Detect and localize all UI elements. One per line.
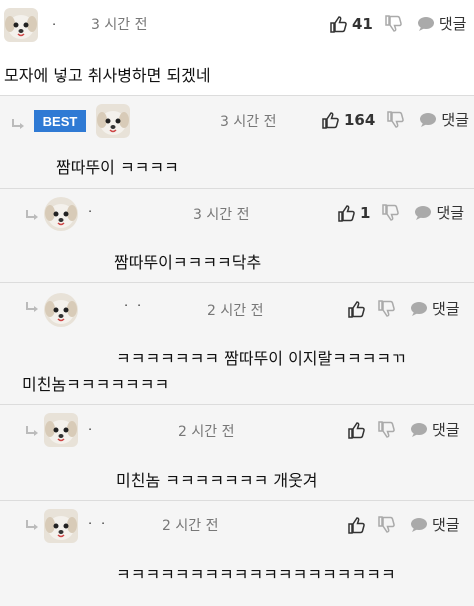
username[interactable]: ㆍ: [48, 14, 61, 33]
comment-text: ㅋㅋㅋㅋㅋㅋㅋ 짬따뚜이 이지랄ㅋㅋㅋㅋㄲ: [116, 349, 406, 368]
reply-arrow-icon: [24, 519, 40, 533]
timestamp: 2 시간 전: [207, 303, 264, 319]
like-count: 164: [344, 110, 376, 129]
username[interactable]: ㆍㆍ: [120, 295, 146, 314]
comment-text: 미친놈 ㅋㅋㅋㅋㅋㅋㅋ 개웃겨: [116, 471, 318, 490]
comment-text: 짬따뚜이 ㅋㅋㅋㅋ: [56, 158, 179, 177]
speech-bubble-icon: [417, 16, 435, 32]
speech-bubble-icon: [419, 112, 437, 128]
reply-label: 댓글: [438, 15, 467, 33]
reply-button[interactable]: 댓글: [410, 514, 460, 535]
reply-button[interactable]: 댓글: [410, 419, 460, 440]
reply-button[interactable]: 댓글: [414, 202, 464, 223]
speech-bubble-icon: [410, 517, 428, 533]
thumbs-up-icon[interactable]: [348, 421, 366, 439]
thumbs-down-icon[interactable]: [385, 15, 403, 33]
thumbs-down-icon[interactable]: [378, 516, 396, 534]
timestamp: 2 시간 전: [178, 424, 235, 440]
reply-arrow-icon: [24, 425, 40, 439]
comment-actions: 41 댓글: [330, 13, 466, 34]
reply-comment: ㆍㆍ 2 시간 전 댓글 ㅋㅋㅋㅋㅋㅋㅋ 짬따뚜이 이지랄ㅋㅋㅋㅋㄲ 미친놈ㅋㅋ…: [0, 283, 474, 404]
thumbs-down-icon[interactable]: [382, 204, 400, 222]
reply-arrow-icon: [24, 209, 40, 223]
thumbs-up-icon[interactable]: [348, 300, 366, 318]
avatar[interactable]: [96, 104, 130, 138]
speech-bubble-icon: [410, 422, 428, 438]
speech-bubble-icon: [410, 301, 428, 317]
reply-arrow-icon: [24, 301, 40, 315]
thumbs-up-icon[interactable]: [322, 111, 340, 129]
reply-label: 댓글: [432, 300, 460, 318]
thumbs-down-icon[interactable]: [387, 111, 405, 129]
speech-bubble-icon: [414, 205, 432, 221]
comment-actions: 댓글: [348, 419, 460, 440]
thumbs-up-icon[interactable]: [348, 516, 366, 534]
best-badge: BEST: [34, 110, 86, 132]
reply-label: 댓글: [432, 421, 460, 439]
thumbs-up-icon[interactable]: [338, 204, 356, 222]
avatar[interactable]: [44, 197, 78, 231]
avatar[interactable]: [44, 509, 78, 543]
username[interactable]: ㆍ: [84, 201, 97, 220]
avatar[interactable]: [44, 413, 78, 447]
comment-actions: 댓글: [348, 514, 460, 535]
comment-text: 짬따뚜이ㅋㅋㅋㅋ닥추: [114, 253, 262, 272]
username[interactable]: ㆍ: [84, 419, 97, 438]
reply-arrow-icon: [10, 118, 26, 132]
top-comment: ㆍ 3 시간 전 41 댓글 모자에 넣고 취사병하면 되겠네: [0, 0, 474, 95]
reply-comment: ㆍㆍ 2 시간 전 댓글 ㅋㅋㅋㅋㅋㅋㅋㅋㅋㅋㅋㅋㅋㅋㅋㅋㅋㅋㅋ: [0, 501, 474, 606]
like-count: 1: [360, 203, 371, 222]
reply-button[interactable]: 댓글: [419, 109, 469, 130]
like-count: 41: [352, 14, 373, 33]
comment-actions: 164 댓글: [322, 109, 469, 130]
comment-text-line2: 미친놈ㅋㅋㅋㅋㅋㅋㅋ: [22, 375, 170, 394]
reply-label: 댓글: [432, 516, 460, 534]
timestamp: 3 시간 전: [220, 114, 277, 130]
reply-label: 댓글: [436, 204, 465, 222]
comment-text: ㅋㅋㅋㅋㅋㅋㅋㅋㅋㅋㅋㅋㅋㅋㅋㅋㅋㅋㅋ: [116, 565, 396, 584]
username[interactable]: ㆍㆍ: [84, 513, 110, 532]
comment-actions: 1 댓글: [338, 202, 464, 223]
avatar[interactable]: [4, 8, 38, 42]
timestamp: 3 시간 전: [91, 17, 148, 33]
reply-button[interactable]: 댓글: [417, 13, 467, 34]
avatar[interactable]: [44, 293, 78, 327]
reply-comment: ㆍ 2 시간 전 댓글 미친놈 ㅋㅋㅋㅋㅋㅋㅋ 개웃겨: [0, 405, 474, 500]
thumbs-down-icon[interactable]: [378, 421, 396, 439]
reply-comment: ㆍ 3 시간 전 1 댓글 짬따뚜이ㅋㅋㅋㅋ닥추: [0, 189, 474, 282]
timestamp: 2 시간 전: [162, 518, 219, 534]
reply-button[interactable]: 댓글: [410, 298, 460, 319]
reply-label: 댓글: [441, 111, 469, 129]
thumbs-up-icon[interactable]: [330, 15, 348, 33]
comment-text: 모자에 넣고 취사병하면 되겠네: [4, 66, 211, 85]
comment-actions: 댓글: [348, 298, 460, 319]
timestamp: 3 시간 전: [193, 207, 250, 223]
thumbs-down-icon[interactable]: [378, 300, 396, 318]
